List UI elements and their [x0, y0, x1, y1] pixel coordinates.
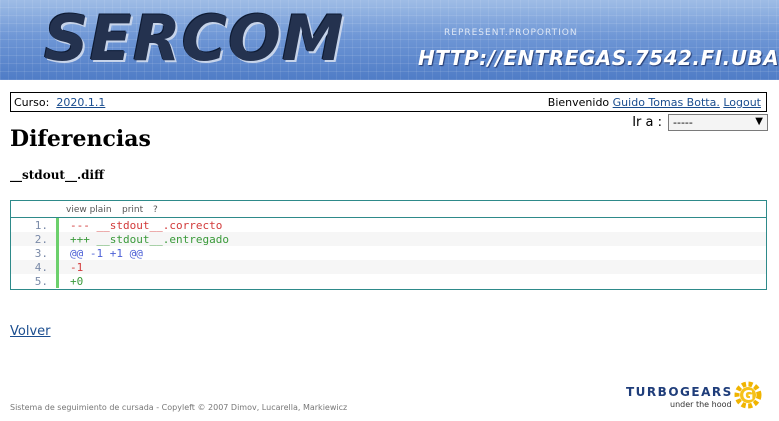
goto-selected-value: -----: [673, 116, 693, 129]
code-viewer: view plain print ? 1. --- __stdout__.cor…: [10, 200, 767, 290]
line-text: --- __stdout__.correcto: [70, 219, 223, 232]
banner-url: HTTP://ENTREGAS.7542.FI.UBA.AR: [418, 46, 779, 70]
line-number: 3.: [34, 247, 48, 260]
welcome-text: Bienvenido: [547, 96, 610, 109]
course-info: Curso: 2020.1.1: [14, 96, 105, 109]
line-number: 5.: [34, 275, 48, 288]
turbogears-tagline: under the hood: [670, 400, 732, 409]
user-info: Bienvenido Guido Tomas Botta. Logout: [548, 96, 761, 109]
gutter-bar: [56, 218, 59, 232]
sercom-logo: SERCOM: [44, 2, 345, 75]
gutter-bar: [56, 260, 59, 274]
user-name-link[interactable]: Guido Tomas Botta.: [613, 96, 720, 109]
page-title: Diferencias: [10, 126, 151, 152]
code-line: 1. --- __stdout__.correcto: [11, 218, 766, 232]
back-link[interactable]: Volver: [10, 324, 51, 339]
code-toolbar: view plain print ?: [11, 201, 766, 218]
line-number: 2.: [34, 233, 48, 246]
diff-filename: __stdout__.diff: [10, 168, 104, 182]
line-text: @@ -1 +1 @@: [70, 247, 143, 260]
code-line: 2. +++ __stdout__.entregado: [11, 232, 766, 246]
banner-subtext: REPRESENT.PROPORTION: [444, 28, 578, 38]
course-link[interactable]: 2020.1.1: [56, 96, 105, 109]
line-text: +++ __stdout__.entregado: [70, 233, 229, 246]
course-label: Curso:: [14, 96, 50, 109]
svg-text:G: G: [743, 389, 754, 404]
line-text: +0: [70, 275, 84, 288]
code-line: 3. @@ -1 +1 @@: [11, 246, 766, 260]
gutter-bar: [56, 246, 59, 260]
gear-icon: G: [734, 381, 762, 409]
turbogears-brand: TURBOGEARS: [626, 385, 733, 399]
line-number: 1.: [34, 219, 48, 232]
dropdown-arrow-icon: ▼: [755, 116, 763, 127]
help-link[interactable]: ?: [153, 205, 158, 215]
gutter-bar: [56, 232, 59, 246]
goto-select[interactable]: ----- ▼: [668, 114, 768, 131]
view-plain-link[interactable]: view plain: [66, 205, 112, 215]
code-line: 4. -1: [11, 260, 766, 274]
logout-link[interactable]: Logout: [723, 96, 761, 109]
status-bar: Curso: 2020.1.1 Bienvenido Guido Tomas B…: [10, 92, 767, 112]
gutter-bar: [56, 274, 59, 288]
turbogears-logo: TURBOGEARS under the hood G: [626, 381, 766, 411]
code-lines: 1. --- __stdout__.correcto 2. +++ __stdo…: [11, 218, 766, 288]
header-banner: SERCOM REPRESENT.PROPORTION HTTP://ENTRE…: [0, 0, 779, 80]
print-link[interactable]: print: [122, 205, 143, 215]
footer-text: Sistema de seguimiento de cursada - Copy…: [10, 403, 348, 412]
line-number: 4.: [34, 261, 48, 274]
line-text: -1: [70, 261, 84, 274]
goto-label: Ir a :: [632, 115, 662, 130]
goto-control: Ir a : ----- ▼: [632, 114, 768, 131]
code-line: 5. +0: [11, 274, 766, 288]
